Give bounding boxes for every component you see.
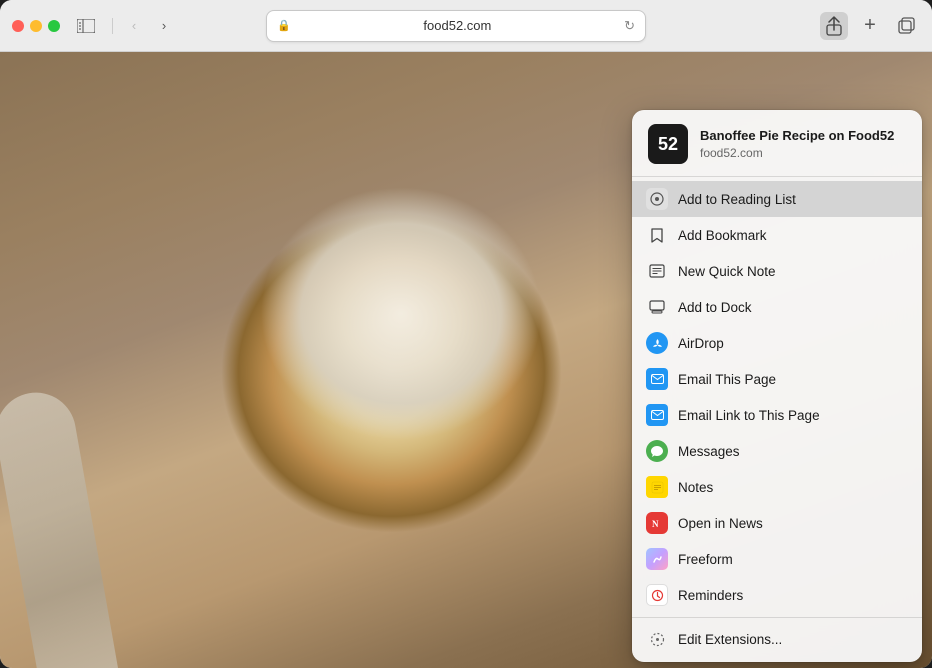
menu-item-dock[interactable]: Add to Dock <box>632 289 922 325</box>
menu-items: Add to Reading List Add Bookmark <box>632 177 922 662</box>
extensions-icon <box>646 629 668 651</box>
reading-list-label: Add to Reading List <box>678 192 796 207</box>
bookmark-icon <box>646 224 668 246</box>
content-area: 52 Banoffee Pie Recipe on Food52 food52.… <box>0 52 932 668</box>
email-link-icon <box>646 404 668 426</box>
reminders-icon <box>646 584 668 606</box>
address-bar[interactable]: 🔒 food52.com ↻ <box>266 10 646 42</box>
reminders-label: Reminders <box>678 588 743 603</box>
extensions-label: Edit Extensions... <box>678 632 782 647</box>
titlebar: ‹ › 🔒 food52.com ↻ + <box>0 0 932 52</box>
news-icon: N <box>646 512 668 534</box>
notes-label: Notes <box>678 480 713 495</box>
sidebar-toggle-button[interactable] <box>72 16 100 36</box>
notes-icon <box>646 476 668 498</box>
minimize-button[interactable] <box>30 20 42 32</box>
email-link-label: Email Link to This Page <box>678 408 820 423</box>
toolbar-right: + <box>820 12 920 40</box>
quick-note-label: New Quick Note <box>678 264 776 279</box>
menu-item-reminders[interactable]: Reminders <box>632 577 922 613</box>
reading-list-icon <box>646 188 668 210</box>
site-logo-text: 52 <box>658 134 678 155</box>
site-domain: food52.com <box>700 146 906 160</box>
site-info: Banoffee Pie Recipe on Food52 food52.com <box>700 128 906 160</box>
lock-icon: 🔒 <box>277 19 291 32</box>
messages-label: Messages <box>678 444 740 459</box>
airdrop-label: AirDrop <box>678 336 724 351</box>
menu-item-reading-list[interactable]: Add to Reading List <box>632 181 922 217</box>
menu-item-quick-note[interactable]: New Quick Note <box>632 253 922 289</box>
messages-icon <box>646 440 668 462</box>
pie-image <box>168 144 634 483</box>
menu-item-email-page[interactable]: Email This Page <box>632 361 922 397</box>
tabs-button[interactable] <box>892 12 920 40</box>
site-title: Banoffee Pie Recipe on Food52 <box>700 128 906 145</box>
back-button[interactable]: ‹ <box>123 15 145 37</box>
menu-item-messages[interactable]: Messages <box>632 433 922 469</box>
email-page-label: Email This Page <box>678 372 776 387</box>
bookmark-label: Add Bookmark <box>678 228 767 243</box>
menu-item-airdrop[interactable]: AirDrop <box>632 325 922 361</box>
quick-note-icon <box>646 260 668 282</box>
share-dropdown: 52 Banoffee Pie Recipe on Food52 food52.… <box>632 110 922 662</box>
reload-button[interactable]: ↻ <box>624 18 635 34</box>
url-display: food52.com <box>297 18 618 33</box>
maximize-button[interactable] <box>48 20 60 32</box>
forward-button[interactable]: › <box>153 15 175 37</box>
menu-item-freeform[interactable]: Freeform <box>632 541 922 577</box>
site-logo: 52 <box>648 124 688 164</box>
freeform-label: Freeform <box>678 552 733 567</box>
traffic-lights <box>12 20 60 32</box>
news-label: Open in News <box>678 516 763 531</box>
dock-icon <box>646 296 668 318</box>
menu-item-extensions[interactable]: Edit Extensions... <box>632 622 922 658</box>
menu-separator <box>632 617 922 618</box>
freeform-icon <box>646 548 668 570</box>
close-button[interactable] <box>12 20 24 32</box>
menu-item-notes[interactable]: Notes <box>632 469 922 505</box>
menu-item-news[interactable]: N Open in News <box>632 505 922 541</box>
airdrop-icon <box>646 332 668 354</box>
site-header: 52 Banoffee Pie Recipe on Food52 food52.… <box>632 110 922 177</box>
email-page-icon <box>646 368 668 390</box>
menu-item-bookmark[interactable]: Add Bookmark <box>632 217 922 253</box>
menu-item-email-link[interactable]: Email Link to This Page <box>632 397 922 433</box>
share-button[interactable] <box>820 12 848 40</box>
dock-label: Add to Dock <box>678 300 752 315</box>
new-tab-button[interactable]: + <box>856 12 884 40</box>
browser-window: ‹ › 🔒 food52.com ↻ + <box>0 0 932 668</box>
svg-text:N: N <box>652 519 659 529</box>
